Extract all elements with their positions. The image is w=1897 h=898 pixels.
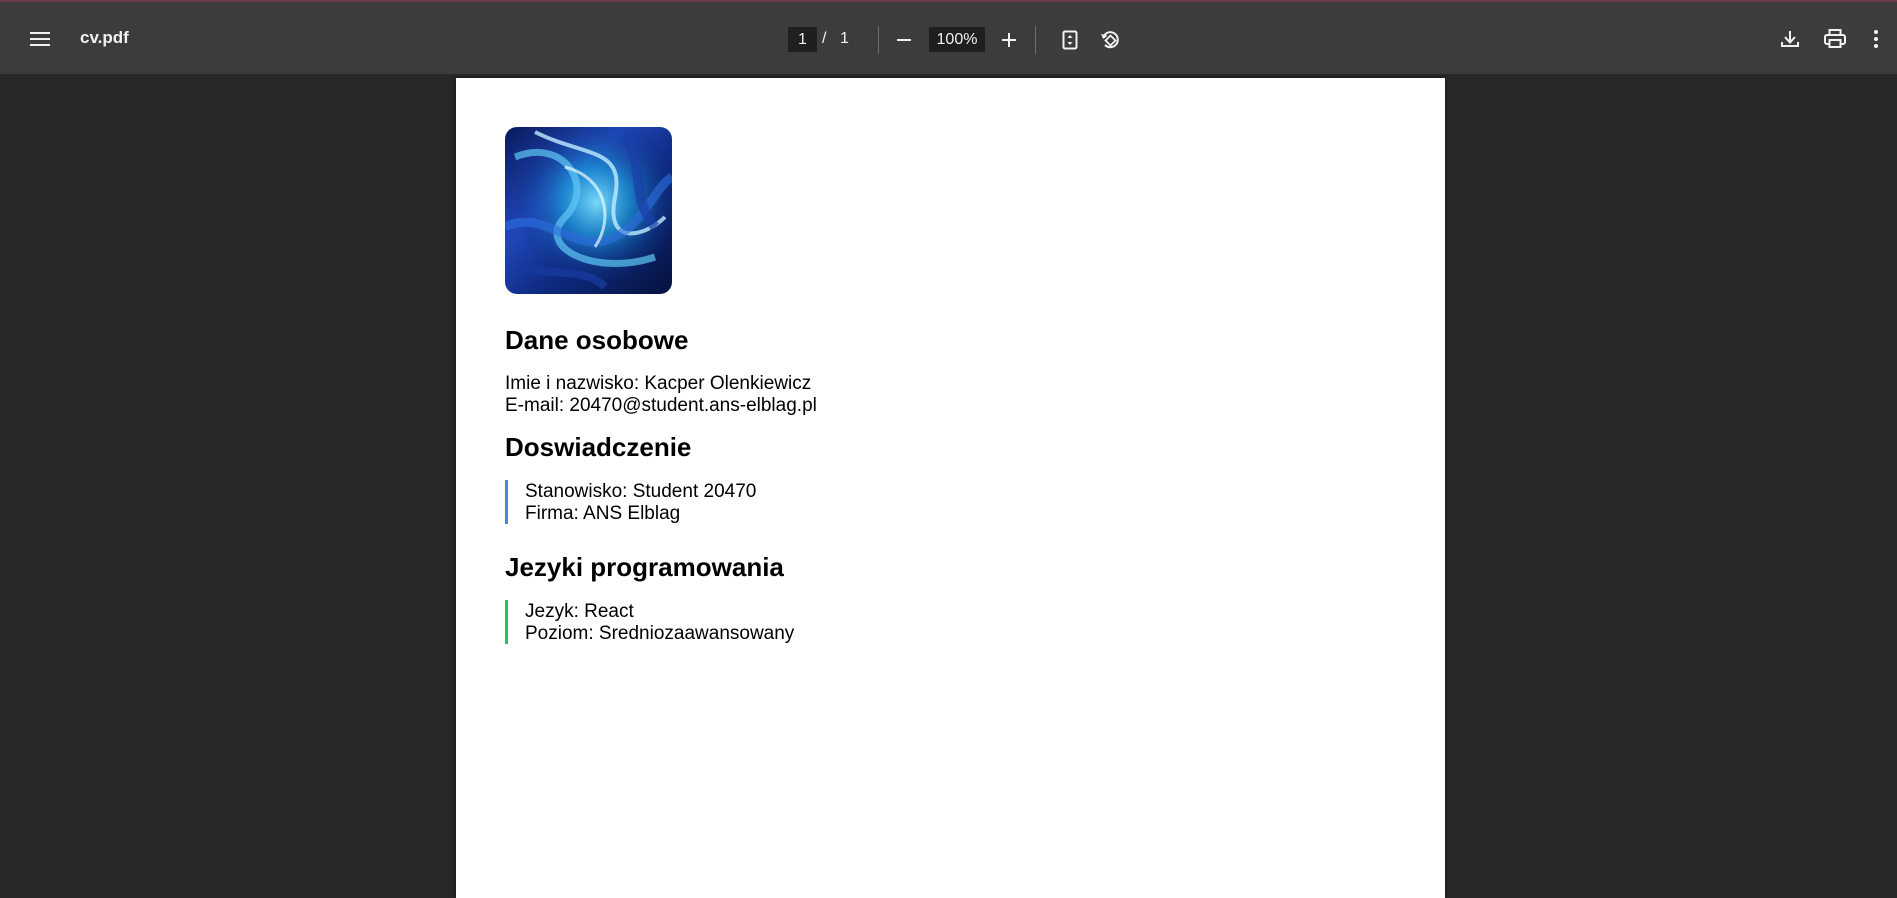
more-vertical-icon <box>1874 30 1878 48</box>
section-heading-experience: Doswiadczenie <box>505 432 692 462</box>
zoom-in-button[interactable] <box>991 22 1027 58</box>
download-icon <box>1781 30 1799 48</box>
document-viewer[interactable]: Dane osobowe Imie i nazwisko: Kacper Ole… <box>0 74 1897 898</box>
experience-company: Firma: ANS Elblag <box>525 503 681 524</box>
profile-photo <box>505 127 672 294</box>
section-heading-languages: Jezyki programowania <box>505 552 784 582</box>
page-separator: / <box>822 30 827 47</box>
document-title: cv.pdf <box>80 28 129 47</box>
zoom-out-button[interactable] <box>886 22 922 58</box>
language-level: Poziom: Sredniozaawansowany <box>525 623 795 644</box>
fit-page-icon <box>1062 30 1078 50</box>
zoom-level-input[interactable] <box>929 27 985 52</box>
experience-position: Stanowisko: Student 20470 <box>525 481 757 502</box>
rotate-counterclockwise-icon <box>1099 29 1121 51</box>
language-name: Jezyk: React <box>525 601 634 622</box>
menu-button[interactable] <box>22 21 58 57</box>
experience-accent-bar <box>505 480 508 524</box>
download-button[interactable] <box>1772 21 1808 57</box>
printer-icon <box>1824 29 1846 49</box>
rotate-button[interactable] <box>1092 22 1128 58</box>
section-heading-personal: Dane osobowe <box>505 325 689 355</box>
print-button[interactable] <box>1817 21 1853 57</box>
toolbar-divider <box>1035 26 1036 54</box>
plus-icon <box>1001 32 1017 48</box>
more-actions-button[interactable] <box>1862 21 1890 57</box>
minus-icon <box>896 32 912 48</box>
personal-name: Imie i nazwisko: Kacper Olenkiewicz <box>505 373 812 394</box>
pdf-toolbar: cv.pdf / 1 <box>0 2 1897 74</box>
toolbar-divider <box>878 26 879 54</box>
languages-accent-bar <box>505 600 508 644</box>
personal-email: E-mail: 20470@student.ans-elblag.pl <box>505 395 817 416</box>
page-number-input[interactable] <box>788 27 817 52</box>
fit-to-page-button[interactable] <box>1052 22 1088 58</box>
page-total: 1 <box>840 30 849 47</box>
pdf-page: Dane osobowe Imie i nazwisko: Kacper Ole… <box>456 78 1445 898</box>
hamburger-menu-icon <box>30 32 50 46</box>
